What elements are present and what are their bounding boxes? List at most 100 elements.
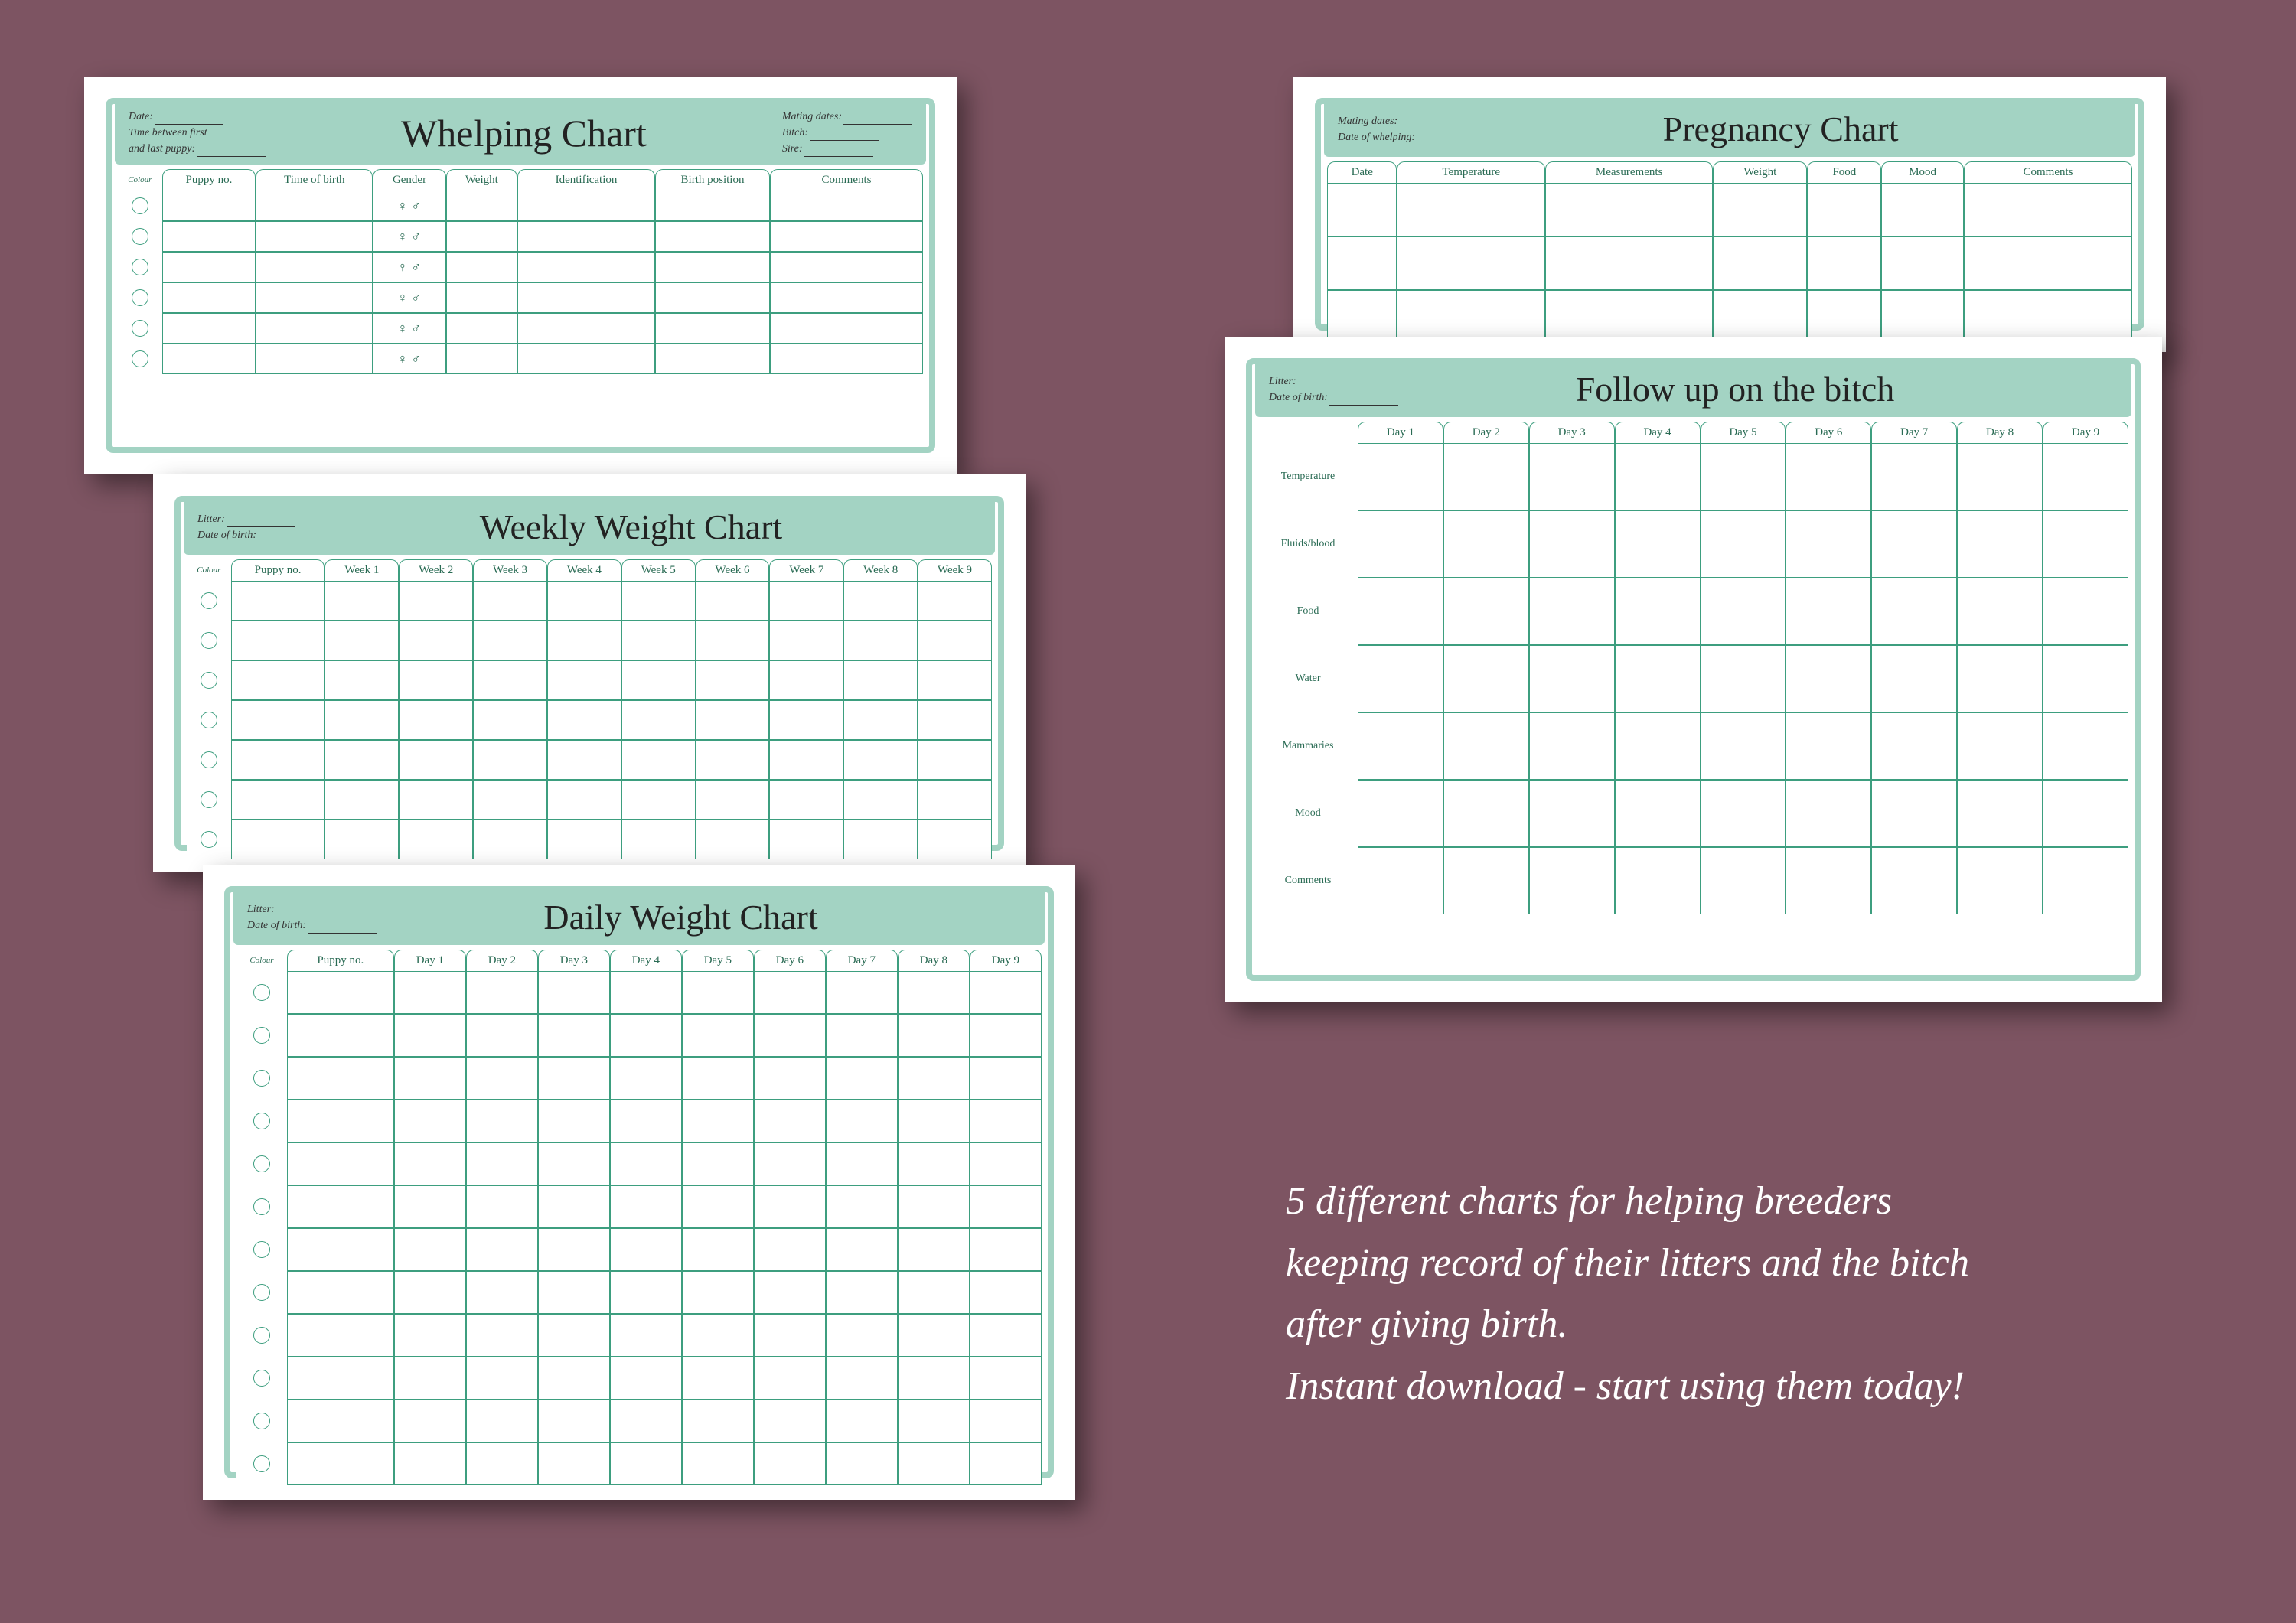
row-mammaries: Mammaries (1258, 712, 1358, 780)
table-row: ♀ ♂ (118, 313, 923, 344)
col-day6: Day 6 (1786, 422, 1871, 443)
table-row: Mood (1258, 780, 2128, 847)
col-day8: Day 8 (1957, 422, 2043, 443)
col-measurements: Measurements (1545, 161, 1713, 183)
table-row (187, 780, 992, 820)
col-week4: Week 4 (547, 559, 621, 581)
col-day1: Day 1 (1358, 422, 1443, 443)
col-day3: Day 3 (538, 950, 610, 971)
col-day9: Day 9 (2043, 422, 2128, 443)
col-gender: Gender (373, 169, 445, 191)
table-row (236, 1142, 1042, 1185)
col-day8: Day 8 (898, 950, 970, 971)
pregnancy-table: Date Temperature Measurements Weight Foo… (1327, 161, 2132, 344)
col-week9: Week 9 (918, 559, 992, 581)
table-row: ♀ ♂ (118, 191, 923, 221)
table-row (187, 700, 992, 740)
row-fluids: Fluids/blood (1258, 510, 1358, 578)
col-day2: Day 2 (466, 950, 538, 971)
table-row (236, 1100, 1042, 1142)
col-time-of-birth: Time of birth (256, 169, 373, 191)
table-row (236, 971, 1042, 1014)
table-row (236, 1185, 1042, 1228)
col-week7: Week 7 (769, 559, 843, 581)
col-day2: Day 2 (1443, 422, 1529, 443)
col-day5: Day 5 (682, 950, 754, 971)
col-date: Date (1327, 161, 1397, 183)
promo-text: 5 different charts for helping breeders … (1286, 1171, 2227, 1417)
table-row (236, 1014, 1042, 1057)
table-row (1327, 290, 2132, 344)
table-row (187, 820, 992, 859)
weekly-title: Weekly Weight Chart (327, 507, 935, 547)
col-day4: Day 4 (610, 950, 682, 971)
col-week1: Week 1 (325, 559, 399, 581)
daily-header: Litter: Date of birth: Daily Weight Char… (233, 892, 1045, 945)
table-row: Temperature (1258, 443, 2128, 510)
col-identification: Identification (517, 169, 655, 191)
colour-header: Colour (118, 169, 162, 191)
col-mood: Mood (1881, 161, 1964, 183)
row-temperature: Temperature (1258, 443, 1358, 510)
table-row: Comments (1258, 847, 2128, 914)
colour-header: Colour (236, 950, 287, 971)
table-row (187, 740, 992, 780)
table-row (236, 1400, 1042, 1442)
table-row (236, 1057, 1042, 1100)
col-weight: Weight (446, 169, 517, 191)
colour-circle (132, 197, 148, 214)
pregnancy-title: Pregnancy Chart (1486, 109, 2076, 149)
weekly-table: Colour Puppy no. Week 1 Week 2 Week 3 We… (187, 559, 992, 859)
daily-table: Colour Puppy no. Day 1 Day 2 Day 3 Day 4… (236, 950, 1042, 1485)
table-row: Food (1258, 578, 2128, 645)
col-food: Food (1807, 161, 1881, 183)
table-row (236, 1228, 1042, 1271)
row-food: Food (1258, 578, 1358, 645)
promo-line3: after giving birth. (1286, 1294, 2227, 1356)
label-dob: Date of birth: (1269, 392, 1328, 403)
table-row (236, 1357, 1042, 1400)
col-day7: Day 7 (826, 950, 898, 971)
label-time-between1: Time between first (129, 127, 207, 139)
whelping-header: Date: Time between first and last puppy:… (115, 104, 926, 165)
col-week8: Week 8 (843, 559, 918, 581)
pregnancy-header: Mating dates: Date of whelping: Pregnanc… (1324, 104, 2135, 157)
row-comments: Comments (1258, 847, 1358, 914)
followup-title: Follow up on the bitch (1398, 369, 2072, 409)
table-row (187, 581, 992, 621)
followup-chart-sheet: Litter: Date of birth: Follow up on the … (1225, 337, 2162, 1002)
col-day4: Day 4 (1615, 422, 1701, 443)
table-row (1327, 236, 2132, 290)
promo-line4: Instant download - start using them toda… (1286, 1356, 2227, 1418)
weekly-header: Litter: Date of birth: Weekly Weight Cha… (184, 502, 995, 555)
col-day7: Day 7 (1871, 422, 1957, 443)
col-birth-position: Birth position (655, 169, 770, 191)
colour-header: Colour (187, 559, 231, 581)
col-puppy-no: Puppy no. (287, 950, 394, 971)
label-dob: Date of birth: (197, 530, 256, 541)
table-row: ♀ ♂ (118, 282, 923, 313)
col-day9: Day 9 (970, 950, 1042, 971)
table-row (187, 621, 992, 660)
whelping-chart-sheet: Date: Time between first and last puppy:… (84, 77, 957, 474)
weekly-weight-chart-sheet: Litter: Date of birth: Weekly Weight Cha… (153, 474, 1026, 872)
col-week5: Week 5 (621, 559, 696, 581)
row-mood: Mood (1258, 780, 1358, 847)
whelping-title: Whelping Chart (266, 111, 782, 155)
col-week2: Week 2 (399, 559, 473, 581)
col-comments: Comments (770, 169, 923, 191)
col-puppy-no: Puppy no. (162, 169, 256, 191)
col-week3: Week 3 (473, 559, 547, 581)
table-row: ♀ ♂ (118, 221, 923, 252)
followup-header: Litter: Date of birth: Follow up on the … (1255, 364, 2131, 417)
label-mating-dates: Mating dates: (1338, 116, 1397, 127)
label-date-of-whelping: Date of whelping: (1338, 132, 1415, 143)
col-day1: Day 1 (394, 950, 466, 971)
promo-line2: keeping record of their litters and the … (1286, 1233, 2227, 1295)
table-row: Mammaries (1258, 712, 2128, 780)
col-puppy-no: Puppy no. (231, 559, 325, 581)
table-row (187, 660, 992, 700)
label-bitch: Bitch: (782, 127, 808, 139)
col-temperature: Temperature (1397, 161, 1545, 183)
daily-weight-chart-sheet: Litter: Date of birth: Daily Weight Char… (203, 865, 1075, 1500)
